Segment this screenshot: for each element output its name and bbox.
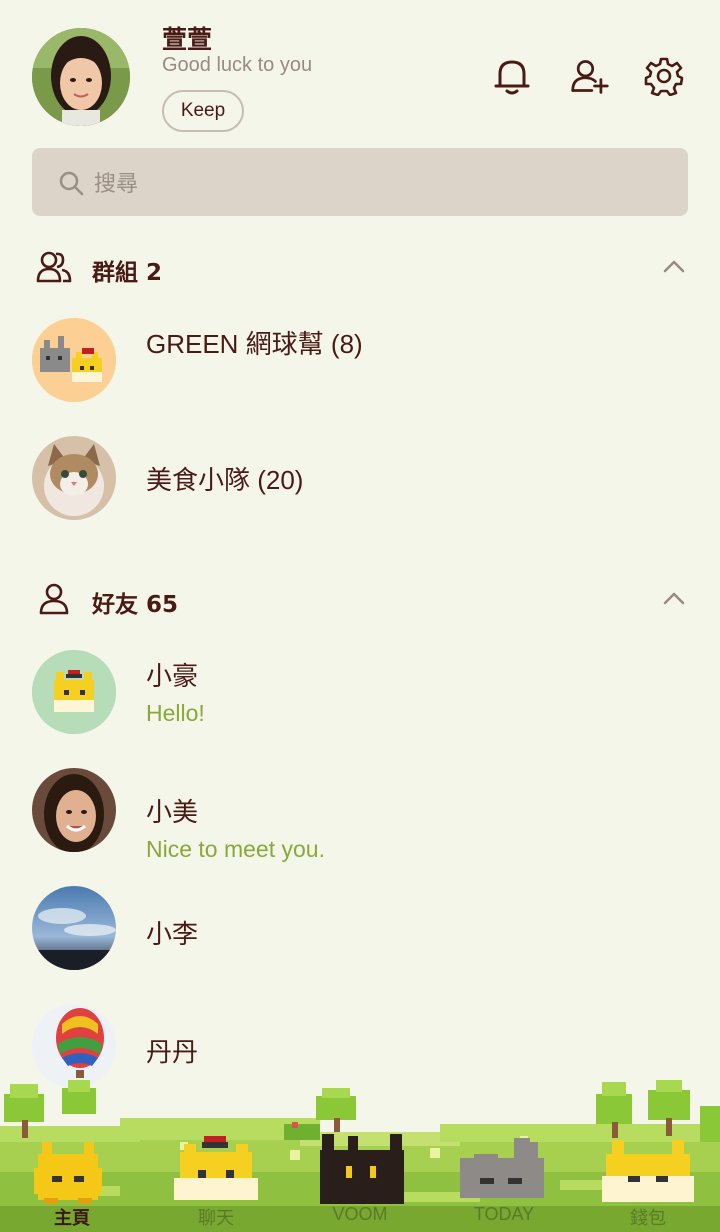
friend-icon	[39, 583, 69, 615]
profile-status-message[interactable]: Good luck to you	[162, 54, 312, 77]
tab-today-label[interactable]: TODAY	[444, 1204, 564, 1225]
bell-icon[interactable]	[492, 56, 532, 96]
keep-button[interactable]: Keep	[162, 90, 244, 132]
bottom-tab-bar: 主頁 聊天 VOOM TODAY 錢包	[0, 1076, 720, 1232]
friend-name: 小豪	[146, 661, 199, 691]
gear-icon[interactable]	[644, 56, 684, 96]
search-icon	[59, 171, 84, 196]
profile-name: 萱萱	[162, 25, 213, 54]
tab-home-label[interactable]: 主頁	[12, 1204, 132, 1230]
group-name: 美食小隊 (20)	[146, 465, 304, 495]
group-row[interactable]: 美食小隊 (20)	[0, 436, 720, 522]
add-friend-icon[interactable]	[570, 56, 610, 96]
tab-chat-label[interactable]: 聊天	[156, 1204, 276, 1230]
chevron-up-icon[interactable]	[662, 258, 686, 274]
groups-section-header[interactable]: 群組 2	[0, 250, 720, 290]
friends-section-header[interactable]: 好友 65	[0, 582, 720, 622]
friend-avatar	[32, 768, 116, 852]
group-avatar	[32, 436, 116, 520]
tab-voom-label[interactable]: VOOM	[300, 1204, 420, 1225]
group-avatar	[32, 318, 116, 402]
friend-name: 丹丹	[146, 1037, 199, 1067]
chevron-up-icon[interactable]	[662, 590, 686, 606]
friend-name: 小李	[146, 919, 199, 949]
friend-avatar	[32, 886, 116, 970]
friend-row[interactable]: 小李	[0, 886, 720, 972]
friend-status-message: Nice to meet you.	[146, 836, 325, 862]
search-placeholder: 搜尋	[94, 172, 139, 197]
search-bar[interactable]: 搜尋	[32, 148, 688, 216]
friend-avatar	[32, 650, 116, 734]
profile-avatar[interactable]	[32, 28, 130, 126]
friend-row[interactable]: 小豪 Hello!	[0, 650, 720, 736]
group-row[interactable]: GREEN 網球幫 (8)	[0, 318, 720, 404]
group-name: GREEN 網球幫 (8)	[146, 329, 363, 359]
group-icon	[36, 251, 72, 283]
friend-status-message: Hello!	[146, 700, 205, 726]
profile-header: 萱萱 Good luck to you Keep	[0, 0, 720, 140]
friend-row[interactable]: 小美 Nice to meet you.	[0, 768, 720, 862]
groups-section-title: 群組 2	[92, 260, 163, 286]
friends-section-title: 好友 65	[92, 592, 179, 618]
tab-wallet-label[interactable]: 錢包	[588, 1204, 708, 1230]
friend-name: 小美	[146, 797, 199, 827]
